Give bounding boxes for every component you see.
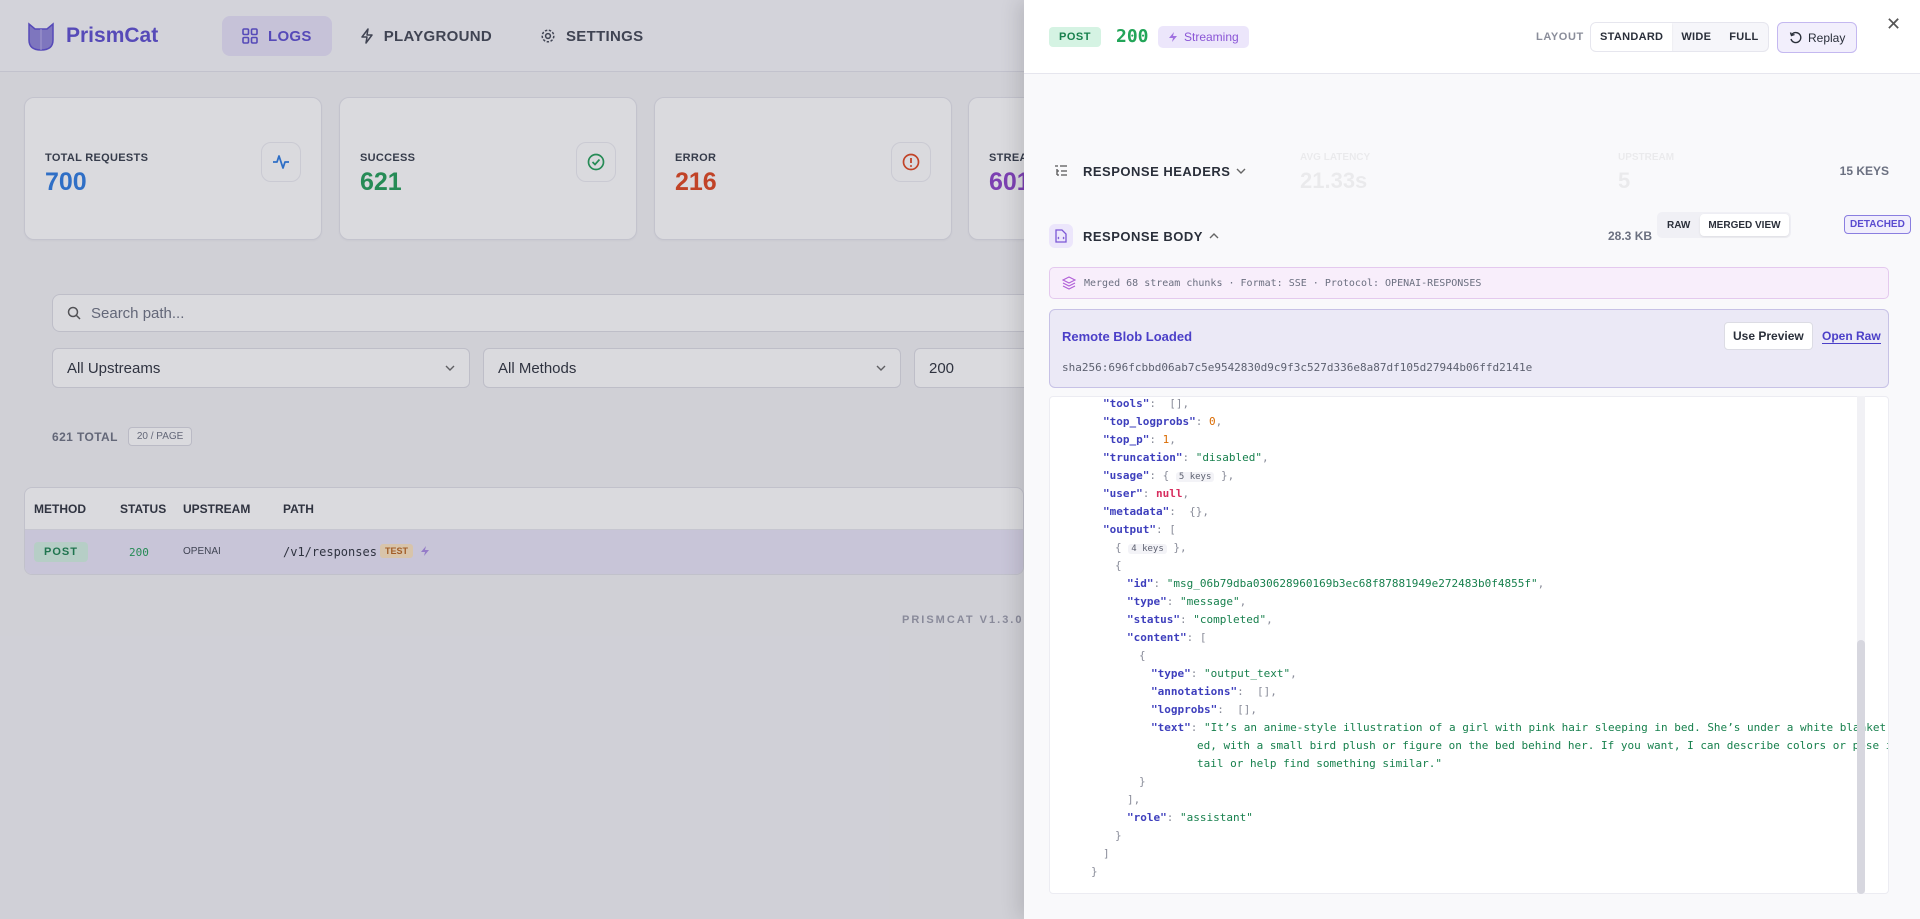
list-tree-icon (1049, 159, 1073, 183)
json-line-truncation: "truncation": "disabled", (1103, 451, 1269, 464)
chevron-down-icon (1236, 168, 1246, 174)
json-line-text: "text": "It’s an anime-style illustratio… (1151, 721, 1889, 734)
response-headers-section[interactable]: RESPONSE HEADERS 15 KEYS (1049, 159, 1889, 183)
json-line-top-logprobs: "top_logprobs": 0, (1103, 415, 1223, 428)
replay-button[interactable]: Replay (1777, 22, 1858, 53)
response-body-section: RESPONSE BODY 28.3 KB RAW MERGED VIEW DE… (1049, 212, 1911, 248)
json-line-brace: } (1115, 829, 1122, 842)
drawer-header: POST 200 Streaming LAYOUT STANDARD WIDE … (1024, 0, 1920, 74)
blob-title: Remote Blob Loaded (1062, 329, 1193, 344)
json-line-brace: } (1091, 865, 1098, 878)
json-line-brace: { (1139, 649, 1146, 662)
refresh-icon (1789, 31, 1802, 44)
body-view-toggle: RAW MERGED VIEW (1657, 212, 1791, 238)
json-line-role: "role": "assistant" (1127, 811, 1253, 824)
merged-info-banner: Merged 68 stream chunks · Format: SSE · … (1049, 267, 1889, 299)
layout-full-button[interactable]: FULL (1720, 23, 1767, 51)
json-scrollbar-thumb[interactable] (1857, 640, 1865, 894)
raw-view-button[interactable]: RAW (1659, 214, 1698, 236)
json-line-annotations: "annotations": [], (1151, 685, 1277, 698)
use-preview-button[interactable]: Use Preview (1724, 322, 1813, 350)
json-line-tools: "tools": [], (1103, 397, 1190, 410)
merged-info-text: Merged 68 stream chunks · Format: SSE · … (1084, 277, 1482, 289)
json-line-text-cont: ed, with a small bird plush or figure on… (1197, 739, 1889, 752)
json-line-usage[interactable]: "usage": { 5 keys }, (1103, 469, 1234, 482)
layout-wide-button[interactable]: WIDE (1672, 23, 1720, 51)
response-body-title[interactable]: RESPONSE BODY (1083, 229, 1203, 244)
detached-badge: DETACHED (1844, 215, 1911, 234)
streaming-badge: Streaming (1158, 26, 1249, 48)
replay-label: Replay (1808, 30, 1846, 45)
merged-view-button[interactable]: MERGED VIEW (1700, 214, 1789, 236)
layout-toggle: STANDARD WIDE FULL (1590, 22, 1769, 52)
blob-hash: sha256:696fcbbd06ab7c5e9542830d9c9f3c527… (1062, 361, 1533, 374)
json-line-bracket: ] (1103, 847, 1110, 860)
open-raw-link[interactable]: Open Raw (1822, 329, 1881, 344)
remote-blob-panel: Remote Blob Loaded sha256:696fcbbd06ab7c… (1049, 309, 1889, 388)
chevron-up-icon[interactable] (1209, 233, 1219, 239)
json-viewer[interactable]: "tools": [], "top_logprobs": 0, "top_p":… (1049, 396, 1889, 894)
json-line-brace: { (1115, 559, 1122, 572)
json-line-metadata: "metadata": {}, (1103, 505, 1209, 518)
close-icon[interactable]: ✕ (1886, 14, 1901, 35)
body-size: 28.3 KB (1608, 229, 1653, 243)
json-line-logprobs: "logprobs": [], (1151, 703, 1257, 716)
streaming-label: Streaming (1184, 30, 1239, 44)
json-line-content: "content": [ (1127, 631, 1207, 644)
response-status: 200 (1116, 26, 1149, 47)
json-line-brace: } (1139, 775, 1146, 788)
json-line-text-end: tail or help find something similar." (1197, 757, 1443, 770)
request-method-badge: POST (1049, 27, 1101, 47)
layout-label: LAYOUT (1536, 31, 1584, 43)
log-detail-drawer: POST 200 Streaming LAYOUT STANDARD WIDE … (1024, 0, 1920, 919)
json-line-top-p: "top_p": 1, (1103, 433, 1176, 446)
json-line-type: "type": "message", (1127, 595, 1247, 608)
layout-standard-button[interactable]: STANDARD (1591, 23, 1673, 51)
layers-icon (1062, 276, 1076, 290)
json-line-status: "status": "completed", (1127, 613, 1273, 626)
json-line-id: "id": "msg_06b79dba030628960169b3ec68f87… (1127, 577, 1545, 590)
json-line-output-item-0[interactable]: { 4 keys }, (1115, 541, 1187, 554)
json-line-bracket: ], (1127, 793, 1141, 806)
json-line-output: "output": [ (1103, 523, 1176, 536)
lightning-icon (1169, 32, 1177, 42)
response-headers-title: RESPONSE HEADERS (1083, 163, 1231, 179)
file-code-icon (1049, 224, 1073, 248)
header-key-count: 15 KEYS (1839, 164, 1889, 178)
json-line-content-type: "type": "output_text", (1151, 667, 1297, 680)
json-line-user: "user": null, (1103, 487, 1190, 500)
